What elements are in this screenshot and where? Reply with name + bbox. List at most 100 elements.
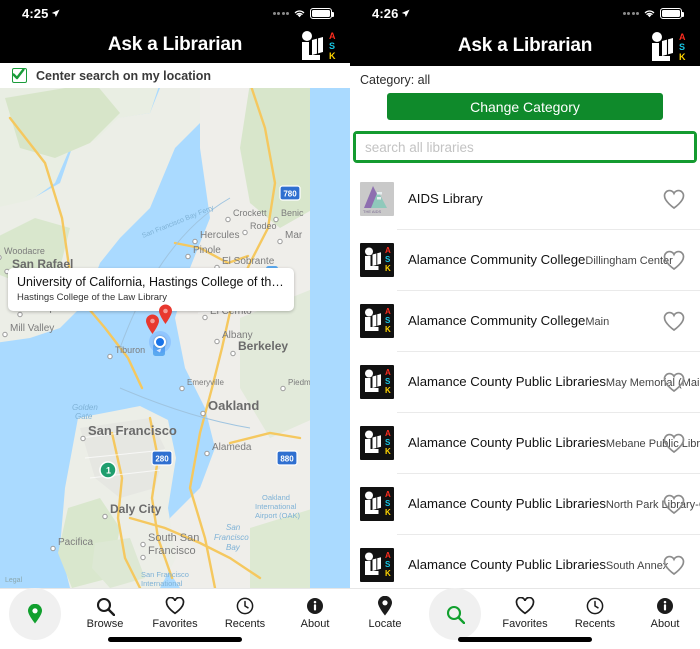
ask-librarian-logo-icon: A S K [360,364,394,399]
heart-icon [165,596,185,616]
clock-icon [586,596,604,616]
map-legal-label[interactable]: Legal [5,577,22,584]
library-text: Alamance Community CollegeMain [394,312,662,330]
ask-librarian-logo-icon: A S K [360,303,394,338]
center-search-label: Center search on my location [36,68,212,83]
library-branch: Main [585,315,610,328]
info-icon [306,596,324,616]
center-search-row[interactable]: Center search on my location [0,63,350,88]
favorite-heart-icon[interactable] [662,493,686,515]
map-pin-marker[interactable] [158,304,173,324]
callout-subtitle: Hastings College of the Law Library [17,292,167,303]
favorite-heart-icon[interactable] [662,310,686,332]
library-row[interactable]: A S K Alamance County Public LibrariesMe… [350,412,700,473]
svg-text:S: S [385,377,391,386]
library-row[interactable]: A S K Alamance County Public LibrariesMa… [350,351,700,412]
library-name: Alamance County Public Libraries [408,373,606,389]
svg-text:S: S [385,560,391,569]
map-pin-icon [27,604,43,624]
ask-librarian-logo-icon: A S K [360,486,394,521]
svg-text:S: S [329,41,335,51]
library-text: Alamance County Public LibrariesMebane P… [394,434,700,452]
tab-about[interactable]: About [280,589,350,630]
tab-favorites[interactable]: Favorites [140,589,210,630]
svg-text:K: K [385,508,391,517]
map-callout[interactable]: University of California, Hastings Colle… [8,268,294,311]
library-text: Alamance County Public LibrariesMay Memo… [394,373,700,391]
svg-text:S: S [679,42,685,52]
wifi-icon [644,10,655,18]
library-text: Alamance County Public LibrariesNorth Pa… [394,495,700,513]
favorite-heart-icon[interactable] [662,188,686,210]
battery-icon [310,7,334,19]
status-time-text: 4:26 [372,5,399,21]
favorite-heart-icon[interactable] [662,249,686,271]
tab-recents[interactable]: Recents [210,589,280,630]
status-time: 4:26 [372,6,410,21]
search-icon [446,604,465,624]
tab-browse[interactable] [420,588,490,640]
svg-text:THE AIDS: THE AIDS [363,209,382,214]
library-branch: South Annex [605,559,669,572]
library-row[interactable]: A S K Alamance County Public LibrariesNo… [350,473,700,534]
ask-librarian-logo-icon: A S K [360,425,394,460]
svg-text:A: A [385,429,391,438]
svg-text:A: A [385,246,391,255]
svg-text:A: A [385,307,391,316]
favorite-heart-icon[interactable] [662,371,686,393]
ask-librarian-logo-icon: A S K [652,32,686,62]
favorite-heart-icon[interactable] [662,432,686,454]
svg-text:K: K [679,52,686,62]
svg-text:A: A [329,31,336,41]
signal-dots-icon [272,11,289,15]
category-label: Category: all [360,73,431,87]
library-row[interactable]: THE AIDS AIDS Library [350,168,700,229]
library-row[interactable]: A S K Alamance Community CollegeMain [350,290,700,351]
callout-title: University of California, Hastings Colle… [17,275,284,289]
library-row[interactable]: A S K Alamance Community CollegeDillingh… [350,229,700,290]
library-row[interactable]: A S K Alamance County Public LibrariesSo… [350,534,700,588]
favorite-heart-icon[interactable] [662,554,686,576]
nav-bar: Ask a Librarian A S K [350,26,700,66]
tab-browse[interactable]: Browse [70,589,140,630]
search-field-wrapper[interactable] [353,131,697,163]
search-icon [96,596,115,616]
clock-icon [236,596,254,616]
library-name: Alamance County Public Libraries [408,556,606,572]
location-arrow-icon [52,9,60,17]
library-list[interactable]: THE AIDS AIDS Library A S K Alamance Com… [350,168,700,588]
svg-text:K: K [385,325,391,334]
svg-text:A: A [385,551,391,560]
tab-label: Recents [574,618,616,630]
library-branch: Dillingham Center [585,254,673,267]
svg-text:A: A [385,490,391,499]
svg-text:K: K [385,386,391,395]
page-title: Ask a Librarian [107,33,243,55]
library-name: Alamance County Public Libraries [408,495,606,511]
user-location-dot [154,336,166,348]
change-category-button[interactable]: Change Category [387,93,663,120]
wifi-icon [294,10,305,18]
tab-locate[interactable] [0,588,70,640]
library-text: Alamance County Public LibrariesSouth An… [394,556,668,574]
map-pin-icon [377,596,393,616]
tab-recents[interactable]: Recents [560,589,630,630]
battery-icon [660,7,684,19]
library-text: AIDS Library [394,190,662,208]
tab-about[interactable]: About [630,589,700,630]
tab-favorites[interactable]: Favorites [490,589,560,630]
tab-locate[interactable]: Locate [350,589,420,630]
svg-text:K: K [385,264,391,273]
tab-label: Browse [86,618,124,630]
svg-text:K: K [385,447,391,456]
signal-dots-icon [622,11,639,15]
map-view[interactable]: WoodacreSan RafaelRossLarkspurMill Valle… [0,88,350,588]
svg-text:S: S [385,255,391,264]
search-input[interactable] [356,134,694,160]
tab-label: Recents [224,618,266,630]
library-name: Alamance Community College [408,312,586,328]
nav-bar: Ask a Librarian A S K [0,26,350,63]
page-title: Ask a Librarian [457,35,593,56]
center-search-checkbox[interactable] [12,68,27,83]
locate-screen: 4:25 Ask a Librarian A S K Center search… [0,0,350,649]
